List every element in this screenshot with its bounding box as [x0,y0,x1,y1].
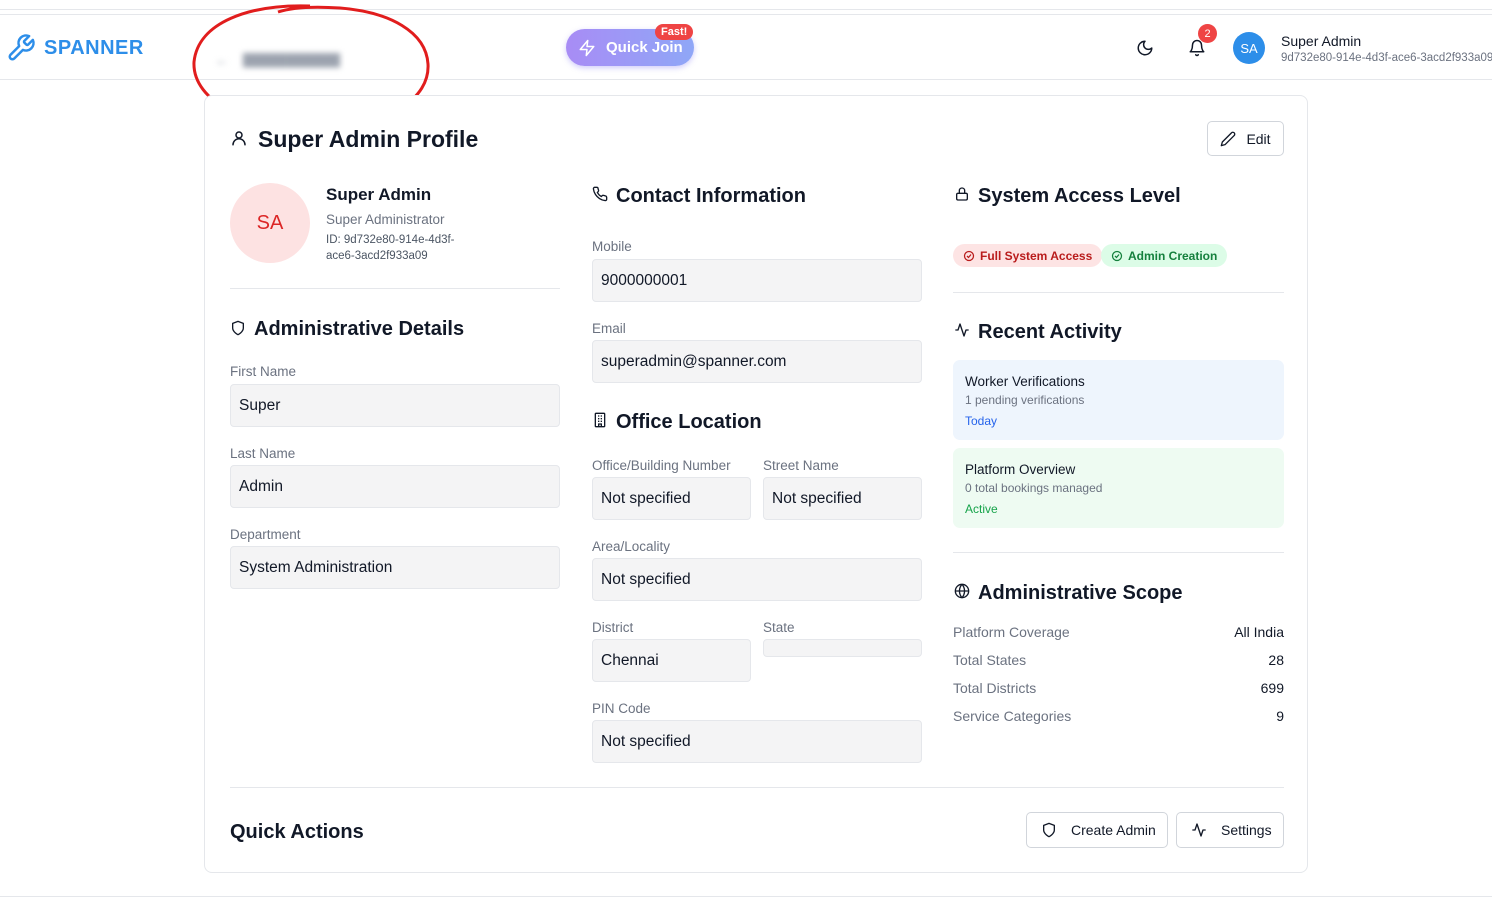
activity-divider [953,552,1284,553]
admin-creation-badge: Admin Creation [1101,244,1228,267]
scope-row: Total States 28 [953,652,1284,668]
shield-icon [230,320,246,336]
lightning-icon [578,39,596,57]
header-avatar[interactable]: SA [1233,32,1265,64]
scope-key: Total Districts [953,680,1037,696]
area-field[interactable]: Not specified [592,558,922,601]
activity-item-subtitle: 1 pending verifications [965,393,1085,407]
edit-button[interactable]: Edit [1207,121,1284,156]
profile-id-line1: ID: 9d732e80-914e-4d3f- [326,234,455,246]
activity-item-title: Worker Verifications [965,374,1085,389]
quick-actions-divider [230,787,1284,788]
admin-details-title: Administrative Details [254,318,465,340]
scope-key: Service Categories [953,708,1072,724]
contact-title: Contact Information [616,185,806,207]
email-field[interactable]: superadmin@spanner.com [592,340,922,383]
create-admin-button[interactable]: Create Admin [1026,812,1168,848]
office-title: Office Location [616,411,762,433]
department-label: Department [230,527,301,542]
scope-key: Platform Coverage [953,624,1070,640]
page-title: Super Admin Profile [258,126,479,152]
brand-logo[interactable]: SPANNER [6,33,144,63]
moon-icon[interactable] [1134,37,1156,59]
wrench-icon [6,33,36,63]
street-label: Street Name [763,458,839,473]
notification-count-badge: 2 [1198,24,1217,43]
first-name-label: First Name [230,364,297,379]
edit-label: Edit [1246,130,1271,147]
district-field[interactable]: Chennai [592,639,751,682]
state-field[interactable] [763,639,922,657]
full-access-label: Full System Access [980,248,1093,263]
check-circle-icon [1111,250,1123,262]
access-divider [953,292,1284,293]
last-name-label: Last Name [230,446,296,461]
header-user-info[interactable]: Super Admin 9d732e80-914e-4d3f-ace6-3acd… [1281,33,1492,64]
activity-item[interactable]: Worker Verifications 1 pending verificat… [953,360,1284,440]
check-circle-icon [963,250,975,262]
lock-icon [954,186,970,202]
scope-value: 28 [1268,652,1284,668]
activity-icon [954,322,970,338]
street-field[interactable]: Not specified [763,477,922,520]
pin-label: PIN Code [592,701,651,716]
bottom-divider [0,896,1492,897]
activity-item-title: Platform Overview [965,462,1076,477]
pin-field[interactable]: Not specified [592,720,922,763]
fast-badge: Fast! [655,24,694,40]
admin-creation-label: Admin Creation [1128,248,1218,263]
department-field[interactable]: System Administration [230,546,560,589]
activity-item-tag: Today [965,414,998,428]
profile-avatar: SA [230,183,310,263]
profile-card: Super Admin Profile Edit SA Super Admin … [204,95,1308,873]
district-label: District [592,620,634,635]
email-label: Email [592,321,626,336]
profile-id-line2: ace6-3acd2f933a09 [326,250,428,262]
header-user-name: Super Admin [1281,33,1362,49]
scope-value: All India [1234,624,1284,640]
activity-icon [1191,822,1207,838]
scope-value: 9 [1276,708,1284,724]
building-label: Office/Building Number [592,458,731,473]
mobile-field[interactable]: 9000000001 [592,259,922,302]
area-label: Area/Locality [592,539,671,554]
header-user-id: 9d732e80-914e-4d3f-ace6-3acd2f933a09 [1281,52,1492,64]
activity-item[interactable]: Platform Overview 0 total bookings manag… [953,448,1284,528]
scope-row: Total Districts 699 [953,680,1284,696]
phone-icon [592,186,608,202]
activity-title: Recent Activity [978,321,1122,343]
activity-item-tag: Active [965,502,998,516]
state-label: State [763,620,795,635]
quick-join-label: Quick Join [606,39,683,56]
settings-label: Settings [1221,822,1272,838]
create-admin-label: Create Admin [1071,822,1156,838]
mobile-label: Mobile [592,239,632,254]
full-access-badge: Full System Access [953,244,1103,267]
profile-role: Super Administrator [326,212,445,227]
user-icon [230,129,248,147]
scope-value: 699 [1260,680,1284,696]
building-field[interactable]: Not specified [592,477,751,520]
building-icon [592,412,608,428]
settings-button[interactable]: Settings [1176,812,1284,848]
brand-name: SPANNER [44,36,144,59]
quick-actions-title: Quick Actions [230,821,364,843]
first-name-field[interactable]: Super [230,384,560,427]
shield-icon [1041,822,1057,838]
access-title: System Access Level [978,185,1181,207]
activity-item-subtitle: 0 total bookings managed [965,481,1103,495]
scope-title: Administrative Scope [978,582,1183,604]
scope-row: Platform Coverage All India [953,624,1284,640]
last-name-field[interactable]: Admin [230,465,560,508]
pencil-icon [1220,131,1236,147]
profile-divider [230,288,560,289]
scope-key: Total States [953,652,1027,668]
scope-row: Service Categories 9 [953,708,1284,724]
globe-icon [954,583,970,599]
profile-name: Super Admin [326,185,432,204]
